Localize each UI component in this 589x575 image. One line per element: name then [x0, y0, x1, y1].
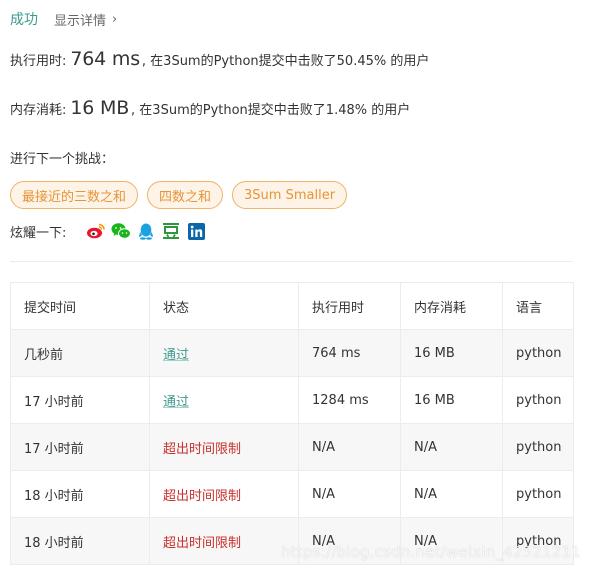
cell-status: 超出时间限制	[149, 423, 299, 471]
status-link[interactable]: 通过	[163, 395, 189, 410]
submissions-table: 提交时间 状态 执行用时 内存消耗 语言 几秒前 通过 764 ms 16 MB…	[10, 282, 574, 565]
cell-submit-time: 18 小时前	[10, 517, 150, 565]
cell-runtime: N/A	[298, 423, 401, 471]
memory-value: 16 MB	[70, 97, 130, 119]
status-link[interactable]: 通过	[163, 348, 189, 363]
cell-submit-time: 17 小时前	[10, 376, 150, 424]
watermark: https://blog.csdn.net/weixin_42521211	[281, 543, 581, 561]
memory-label: 内存消耗:	[10, 103, 67, 118]
runtime-label: 执行用时:	[10, 54, 67, 69]
cell-status: 超出时间限制	[149, 517, 299, 565]
header-submit-time: 提交时间	[10, 282, 150, 330]
challenge-3sum-closest[interactable]: 最接近的三数之和	[10, 181, 139, 209]
douban-icon[interactable]	[161, 221, 181, 241]
cell-language: python	[502, 470, 574, 518]
runtime-stat: 执行用时: 764 ms , 在3Sum的Python提交中击败了50.45% …	[10, 48, 429, 70]
show-details-link[interactable]: 显示详情 ›	[54, 10, 117, 29]
status-link[interactable]: 超出时间限制	[163, 442, 241, 457]
cell-memory: 16 MB	[400, 329, 503, 377]
cell-memory: N/A	[400, 423, 503, 471]
challenge-4sum[interactable]: 四数之和	[147, 181, 224, 209]
header-memory: 内存消耗	[400, 282, 503, 330]
cell-runtime: N/A	[298, 470, 401, 518]
runtime-suffix: , 在3Sum的Python提交中击败了50.45% 的用户	[141, 54, 430, 69]
table-row: 18 小时前 超出时间限制 N/A N/A python	[10, 470, 574, 518]
memory-stat: 内存消耗: 16 MB , 在3Sum的Python提交中击败了1.48% 的用…	[10, 97, 410, 119]
cell-submit-time: 18 小时前	[10, 470, 150, 518]
cell-submit-time: 17 小时前	[10, 423, 150, 471]
header-runtime: 执行用时	[298, 282, 401, 330]
challenge-list: 最接近的三数之和 四数之和 3Sum Smaller	[10, 181, 348, 209]
table-row: 17 小时前 超出时间限制 N/A N/A python	[10, 423, 574, 471]
status-link[interactable]: 超出时间限制	[163, 536, 241, 551]
header-language: 语言	[502, 282, 574, 330]
challenge-3sum-smaller[interactable]: 3Sum Smaller	[232, 181, 348, 209]
weibo-icon[interactable]	[86, 221, 106, 241]
chevron-right-icon: ›	[112, 11, 118, 27]
linkedin-icon[interactable]	[186, 221, 206, 241]
status-success: 成功	[10, 12, 38, 28]
cell-runtime: 764 ms	[298, 329, 401, 377]
cell-memory: 16 MB	[400, 376, 503, 424]
share-label: 炫耀一下:	[10, 225, 67, 241]
result-header: 成功 显示详情 ›	[10, 8, 117, 30]
cell-language: python	[502, 423, 574, 471]
table-row: 几秒前 通过 764 ms 16 MB python	[10, 329, 574, 377]
cell-language: python	[502, 376, 574, 424]
runtime-value: 764 ms	[70, 48, 140, 70]
status-link[interactable]: 超出时间限制	[163, 489, 241, 504]
wechat-icon[interactable]	[111, 221, 132, 241]
qq-icon[interactable]	[136, 221, 156, 241]
share-row: 炫耀一下:	[10, 220, 211, 242]
cell-runtime: 1284 ms	[298, 376, 401, 424]
cell-memory: N/A	[400, 470, 503, 518]
cell-status: 超出时间限制	[149, 470, 299, 518]
cell-status: 通过	[149, 376, 299, 424]
show-details-label: 显示详情	[54, 13, 107, 29]
table-row: 17 小时前 通过 1284 ms 16 MB python	[10, 376, 574, 424]
header-status: 状态	[149, 282, 299, 330]
cell-submit-time: 几秒前	[10, 329, 150, 377]
cell-status: 通过	[149, 329, 299, 377]
table-header-row: 提交时间 状态 执行用时 内存消耗 语言	[10, 282, 574, 330]
memory-suffix: , 在3Sum的Python提交中击败了1.48% 的用户	[131, 103, 411, 118]
cell-language: python	[502, 329, 574, 377]
section-divider	[10, 261, 573, 262]
next-challenge-label: 进行下一个挑战：	[10, 152, 115, 167]
